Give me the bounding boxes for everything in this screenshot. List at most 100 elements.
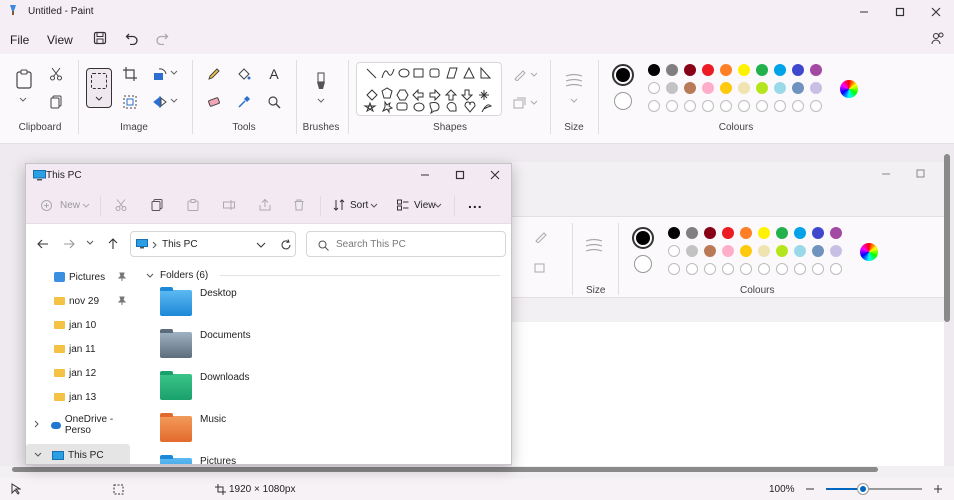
outline-icon[interactable] [512,68,528,82]
colour-swatch[interactable] [666,82,678,94]
custom-colour-slot[interactable] [686,263,698,275]
delete-icon[interactable] [292,198,306,212]
colour-swatch[interactable] [686,245,698,257]
custom-colour-slot[interactable] [830,263,842,275]
zoom-out-icon[interactable] [804,483,816,495]
paste-icon[interactable] [186,198,200,212]
menu-file[interactable]: File [10,33,29,47]
custom-colour-slot[interactable] [668,263,680,275]
back-arrow-icon[interactable] [36,237,50,251]
colour-swatch[interactable] [648,82,660,94]
nav-item[interactable]: Pictures [26,266,130,288]
fill-style-icon[interactable] [512,96,528,110]
chevron-down-icon[interactable] [146,273,154,279]
chevron-down-icon[interactable] [317,98,325,104]
save-icon[interactable] [92,30,108,46]
custom-colour-slot[interactable] [774,100,786,112]
chevron-down-icon[interactable] [170,70,178,76]
nav-item[interactable]: This PC [26,444,130,464]
colour-swatch[interactable] [792,64,804,76]
colour-swatch[interactable] [774,64,786,76]
custom-colour-slot[interactable] [648,100,660,112]
forward-arrow-icon[interactable] [62,237,76,251]
colour-swatch[interactable] [776,245,788,257]
colour-swatch[interactable] [810,82,822,94]
custom-colour-slot[interactable] [740,263,752,275]
search-box[interactable]: Search This PC [306,231,506,257]
nav-item[interactable]: OneDrive - Perso [26,414,130,436]
magnifier-icon[interactable] [266,94,282,110]
rotate-icon[interactable] [152,66,168,82]
custom-colour-slot[interactable] [812,263,824,275]
custom-colour-slot[interactable] [704,263,716,275]
colour-swatch[interactable] [722,245,734,257]
colour-swatch[interactable] [668,245,680,257]
colour-swatch[interactable] [738,64,750,76]
vertical-scrollbar[interactable] [944,154,950,322]
new-icon[interactable] [40,199,52,211]
custom-colour-slot[interactable] [720,100,732,112]
nav-item[interactable]: jan 10 [26,314,130,336]
colour-swatch[interactable] [686,227,698,239]
share-icon[interactable] [258,198,272,212]
colour-swatch[interactable] [740,245,752,257]
colour-swatch[interactable] [704,245,716,257]
resize-icon[interactable] [122,94,138,110]
zoom-in-icon[interactable] [932,483,944,495]
paste-icon[interactable] [14,68,34,90]
fill-style-icon[interactable] [534,261,548,273]
folder-item[interactable]: Pictures [132,450,511,464]
colour-swatch[interactable] [810,64,822,76]
colour-swatch[interactable] [702,82,714,94]
colour-swatch[interactable] [720,64,732,76]
shapes-gallery[interactable] [356,62,502,116]
colour-swatch[interactable] [774,82,786,94]
secondary-colour-swatch[interactable] [634,255,652,273]
folder-item[interactable]: Music [132,408,511,448]
redo-icon[interactable] [154,30,170,46]
view-icon[interactable] [396,198,410,212]
colour-swatch[interactable] [684,82,696,94]
secondary-colour-swatch[interactable] [614,92,632,110]
colour-swatch[interactable] [758,245,770,257]
colour-swatch[interactable] [704,227,716,239]
eraser-icon[interactable] [206,94,222,110]
more-options-button[interactable]: ... [468,195,483,211]
nav-item[interactable]: nov 29 [26,290,130,312]
size-icon[interactable] [564,72,584,90]
close-button[interactable] [928,4,944,20]
minimize-button[interactable] [880,168,892,180]
colour-swatch[interactable] [776,227,788,239]
edit-colours-icon[interactable] [840,80,858,98]
custom-colour-slot[interactable] [738,100,750,112]
colour-swatch[interactable] [720,82,732,94]
chevron-down-icon[interactable] [570,98,578,104]
outline-icon[interactable] [534,231,548,243]
colour-swatch[interactable] [830,227,842,239]
copy-icon[interactable] [48,94,64,110]
color-picker-icon[interactable] [236,94,252,110]
colour-swatch[interactable] [648,64,660,76]
colour-swatch[interactable] [668,227,680,239]
menu-view[interactable]: View [47,33,73,47]
colour-swatch[interactable] [722,227,734,239]
colour-swatch[interactable] [740,227,752,239]
folder-item[interactable]: Documents [132,324,511,364]
folder-item[interactable]: Downloads [132,366,511,406]
zoom-level[interactable]: 100% [769,484,795,495]
nav-item[interactable]: jan 11 [26,338,130,360]
cut-icon[interactable] [114,198,128,212]
primary-colour-swatch[interactable] [612,64,634,86]
custom-colour-slot[interactable] [810,100,822,112]
maximize-button[interactable] [892,4,908,20]
chevron-down-icon[interactable] [34,450,42,461]
nav-item[interactable]: jan 13 [26,386,130,408]
chevron-down-icon[interactable] [256,242,266,248]
custom-colour-slot[interactable] [756,100,768,112]
minimize-button[interactable] [856,4,872,20]
colour-swatch[interactable] [792,82,804,94]
up-arrow-icon[interactable] [106,237,120,251]
colour-swatch[interactable] [684,64,696,76]
brush-icon[interactable] [312,70,330,92]
primary-colour-swatch[interactable] [632,227,654,249]
